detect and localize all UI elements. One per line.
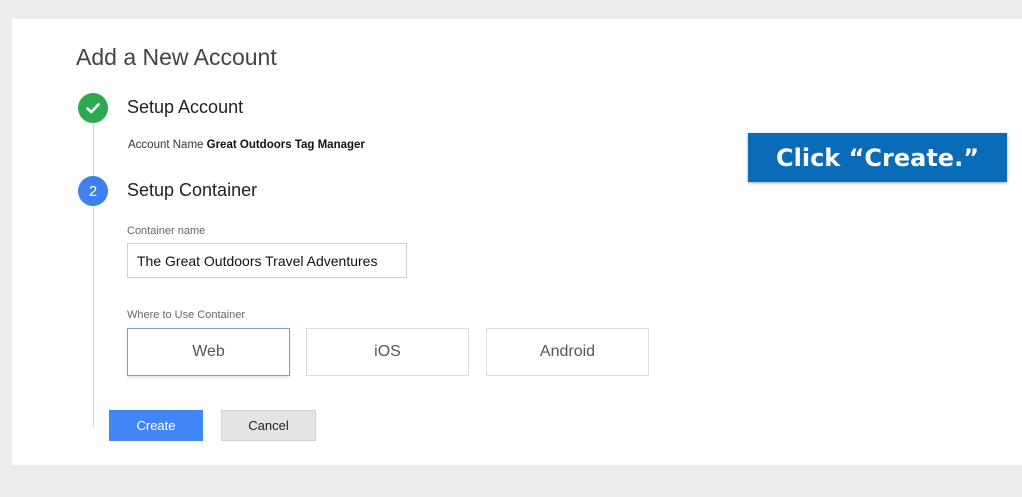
container-name-label: Container name	[127, 225, 206, 237]
step-setup-account-label: Setup Account	[127, 97, 244, 117]
option-ios-button[interactable]: iOS	[306, 328, 469, 376]
instruction-callout: Click “Create.”	[748, 133, 1007, 182]
account-name-label: Account Name	[128, 139, 204, 151]
account-name-summary: Account Name Great Outdoors Tag Manager	[128, 139, 365, 151]
step-timeline	[93, 123, 94, 427]
option-web-button[interactable]: Web	[127, 328, 290, 376]
page-title: Add a New Account	[76, 44, 277, 70]
create-button[interactable]: Create	[109, 410, 203, 441]
step-setup-container-label: Setup Container	[127, 180, 258, 200]
cancel-button[interactable]: Cancel	[221, 410, 316, 441]
where-to-use-label: Where to Use Container	[127, 309, 245, 321]
option-android-button[interactable]: Android	[486, 328, 649, 376]
account-name-value: Great Outdoors Tag Manager	[206, 139, 365, 151]
account-setup-card: Add a New Account Setup Account Account …	[12, 19, 1022, 465]
container-name-input[interactable]	[127, 243, 407, 278]
check-icon	[78, 93, 108, 123]
step-number-badge: 2	[78, 176, 108, 206]
